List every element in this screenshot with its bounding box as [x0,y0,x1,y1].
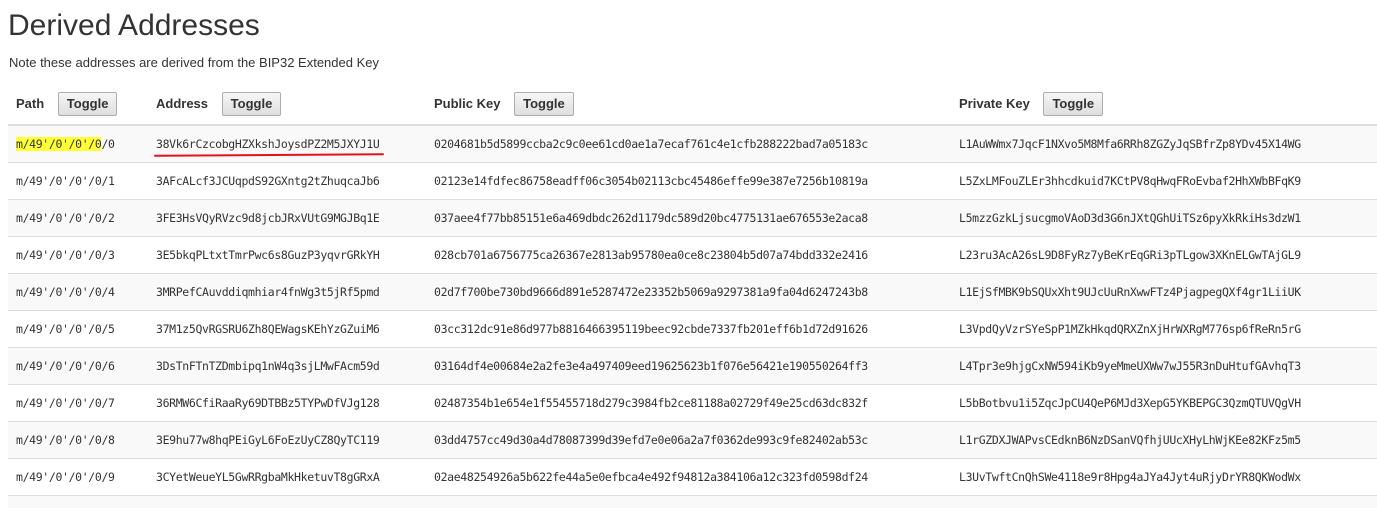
toggle-private-key-button[interactable]: Toggle [1043,92,1103,116]
public-key-cell: 0204681b5d5899ccba2c9c0ee61cd0ae1a7ecaf7… [426,125,951,163]
private-key-cell: L1EjSfMBK9bSQUxXht9UJcUuRnXwwFTz4Pjagpeg… [951,274,1377,311]
column-header-public-key: Public Key Toggle [426,86,951,125]
address-cell: 3E9hu77w8hqPEiGyL6FoEzUyCZ8QyTC119 [148,422,426,459]
address-cell: 3MRPefCAuvddiqmhiar4fnWg3t5jRf5pmd [148,274,426,311]
table-row: m/49'/0'/0'/0/7 36RMW6CfiRaaRy69DTBBz5TY… [8,385,1377,422]
private-key-cell: L5bBotbvu1i5ZqcJpCU4QeP6MJd3XepG5YKBEPGC… [951,385,1377,422]
public-key-cell: 028cb701a6756775ca26367e2813ab95780ea0ce… [426,237,951,274]
empty-cell [148,496,426,508]
column-header-address: Address Toggle [148,86,426,125]
table-row: m/49'/0'/0'/0/1 3AFcALcf3JCUqpdS92GXntg2… [8,163,1377,200]
toggle-address-button[interactable]: Toggle [222,92,282,116]
private-key-cell: L5mzzGzkLjsucgmoVAoD3d3G6nJXtQGhUiTSz6py… [951,200,1377,237]
public-key-cell: 02d7f700be730bd9666d891e5287472e23352b50… [426,274,951,311]
column-label-address: Address [156,96,208,111]
address-cell: 37M1z5QvRGSRU6Zh8QEWagsKEhYzGZuiM6 [148,311,426,348]
public-key-cell: 02ae48254926a5b622fe44a5e0efbca4e492f948… [426,459,951,496]
address-cell: 3AFcALcf3JCUqpdS92GXntg2tZhuqcaJb6 [148,163,426,200]
column-label-path: Path [16,96,44,111]
public-key-cell: 03dd4757cc49d30a4d78087399d39efd7e0e06a2… [426,422,951,459]
public-key-cell: 03cc312dc91e86d977b8816466395119beec92cb… [426,311,951,348]
table-row: m/49'/0'/0'/0/3 3E5bkqPLtxtTmrPwc6s8GuzP… [8,237,1377,274]
table-row: m/49'/0'/0'/0/0 38Vk6rCzcobgHZXkshJoysdP… [8,125,1377,163]
empty-cell [8,496,148,508]
toggle-public-key-button[interactable]: Toggle [514,92,574,116]
path-cell: m/49'/0'/0'/0/7 [8,385,148,422]
column-header-path: Path Toggle [8,86,148,125]
public-key-cell: 037aee4f77bb85151e6a469dbdc262d1179dc589… [426,200,951,237]
path-cell: m/49'/0'/0'/0/3 [8,237,148,274]
table-row: m/49'/0'/0'/0/2 3FE3HsVQyRVzc9d8jcbJRxVU… [8,200,1377,237]
empty-cell [951,496,1377,508]
table-row: m/49'/0'/0'/0/9 3CYetWeueYL5GwRRgbaMkHke… [8,459,1377,496]
address-cell: 3FE3HsVQyRVzc9d8jcbJRxVUtG9MGJBq1E [148,200,426,237]
toggle-path-button[interactable]: Toggle [58,92,118,116]
address-cell: 3CYetWeueYL5GwRRgbaMkHketuvT8gGRxA [148,459,426,496]
table-row: m/49'/0'/0'/0/4 3MRPefCAuvddiqmhiar4fnWg… [8,274,1377,311]
public-key-cell: 02123e14fdfec86758eadff06c3054b02113cbc4… [426,163,951,200]
address-cell: 38Vk6rCzcobgHZXkshJoysdPZ2M5JXYJ1U [148,125,426,163]
path-suffix: /0 [101,137,114,151]
address-underlined: 38Vk6rCzcobgHZXkshJoysdPZ2M5JXYJ1U [156,137,380,151]
public-key-cell: 03164df4e00684e2a2fe3e4a497409eed1962562… [426,348,951,385]
private-key-cell: L23ru3AcA26sL9D8FyRz7yBeKrEqGRi3pTLgow3X… [951,237,1377,274]
private-key-cell: L1rGZDXJWAPvsCEdknB6NzDSanVQfhjUUcXHyLhW… [951,422,1377,459]
path-cell: m/49'/0'/0'/0/0 [8,125,148,163]
empty-cell [426,496,951,508]
path-cell: m/49'/0'/0'/0/4 [8,274,148,311]
private-key-cell: L5ZxLMFouZLEr3hhcdkuid7KCtPV8qHwqFRoEvba… [951,163,1377,200]
derived-addresses-table: Path Toggle Address Toggle Public Key To… [8,86,1377,508]
private-key-cell: L4Tpr3e9hjgCxNW594iKb9yeMmeUXWw7wJ55R3nD… [951,348,1377,385]
column-header-private-key: Private Key Toggle [951,86,1377,125]
path-cell: m/49'/0'/0'/0/5 [8,311,148,348]
public-key-cell: 02487354b1e654e1f55455718d279c3984fb2ce8… [426,385,951,422]
private-key-cell: L3UvTwftCnQhSWe4118e9r8Hpg4aJYa4Jyt4uRjy… [951,459,1377,496]
table-row: m/49'/0'/0'/0/8 3E9hu77w8hqPEiGyL6FoEzUy… [8,422,1377,459]
private-key-cell: L3VpdQyVzrSYeSpP1MZkHkqdQRXZnXjHrWXRgM77… [951,311,1377,348]
table-row: m/49'/0'/0'/0/6 3DsTnFTnTZDmbipq1nW4q3sj… [8,348,1377,385]
address-cell: 3DsTnFTnTZDmbipq1nW4q3sjLMwFAcm59d [148,348,426,385]
derivation-note: Note these addresses are derived from th… [9,55,379,71]
column-label-public-key: Public Key [434,96,500,111]
table-header-row: Path Toggle Address Toggle Public Key To… [8,86,1377,125]
table-row-partial [8,496,1377,508]
path-highlight: m/49'/0'/0'/0 [16,137,101,151]
path-cell: m/49'/0'/0'/0/2 [8,200,148,237]
address-cell: 3E5bkqPLtxtTmrPwc6s8GuzP3yqvrGRkYH [148,237,426,274]
path-cell: m/49'/0'/0'/0/9 [8,459,148,496]
path-cell: m/49'/0'/0'/0/8 [8,422,148,459]
private-key-cell: L1AuWWmx7JqcF1NXvo5M8Mfa6RRh8ZGZyJqSBfrZ… [951,125,1377,163]
page-title: Derived Addresses [8,6,260,46]
path-cell: m/49'/0'/0'/0/1 [8,163,148,200]
address-cell: 36RMW6CfiRaaRy69DTBBz5TYPwDfVJg128 [148,385,426,422]
table-row: m/49'/0'/0'/0/5 37M1z5QvRGSRU6Zh8QEWagsK… [8,311,1377,348]
path-cell: m/49'/0'/0'/0/6 [8,348,148,385]
column-label-private-key: Private Key [959,96,1030,111]
